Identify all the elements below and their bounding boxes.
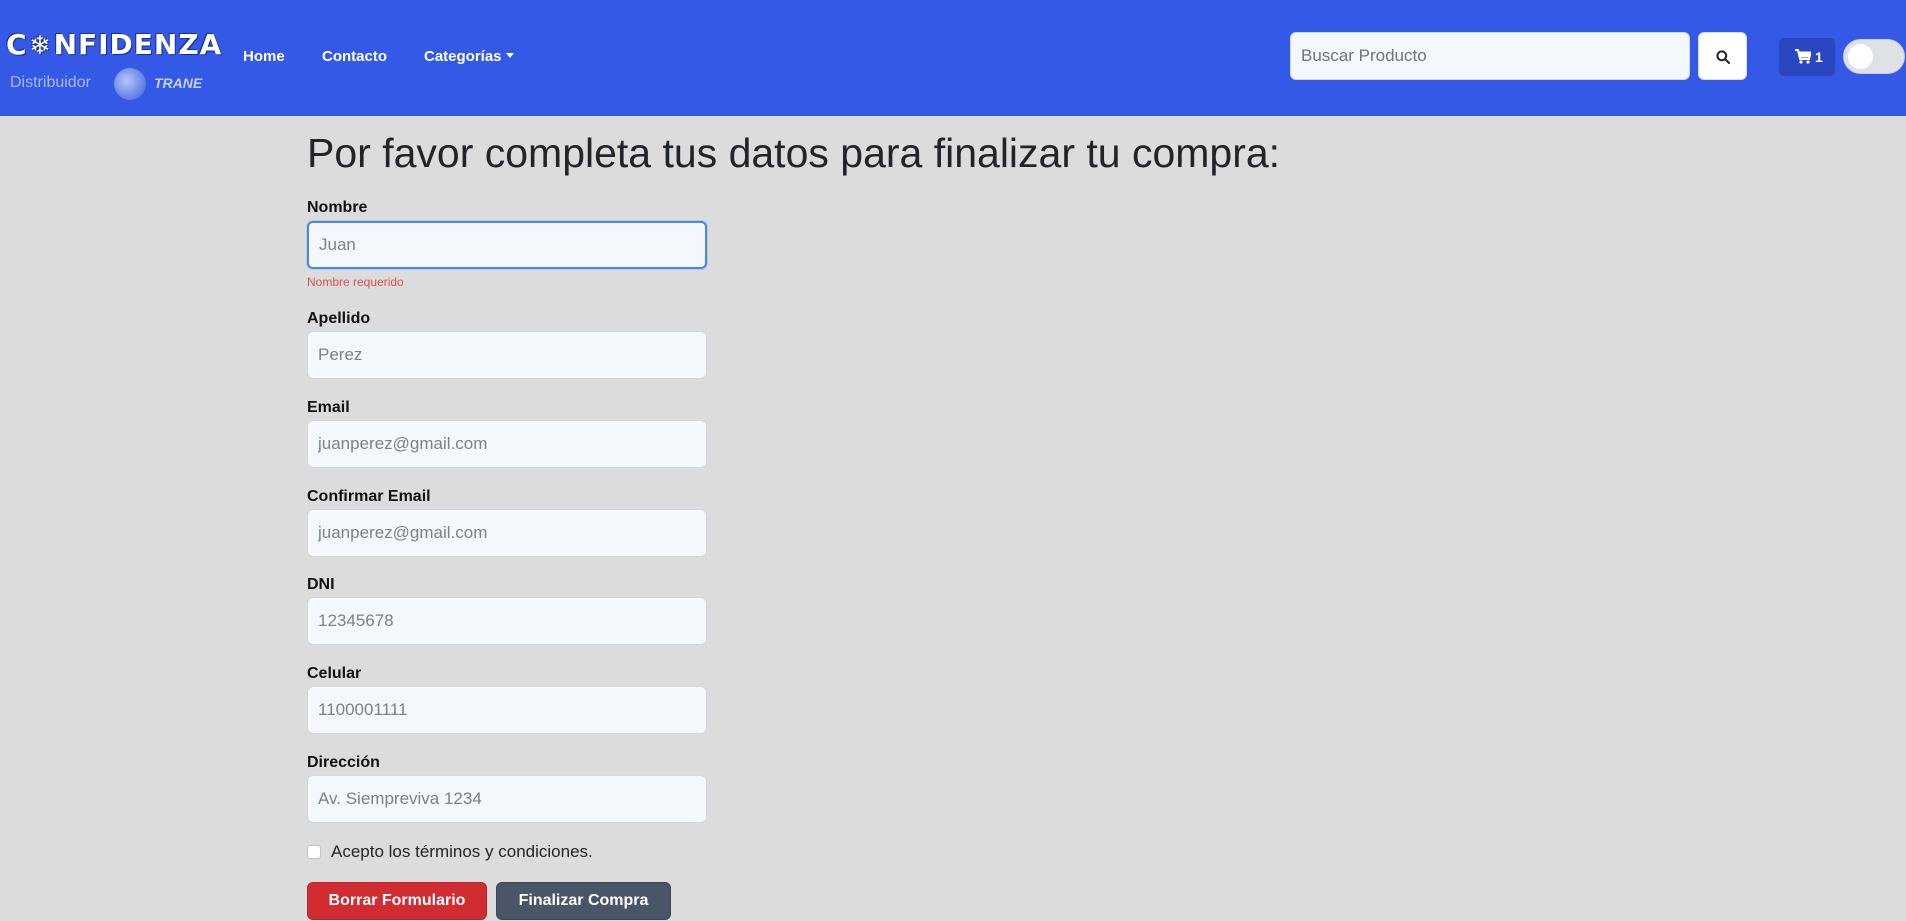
terms-label[interactable]: Acepto los términos y condiciones. — [331, 842, 593, 862]
cart-button[interactable]: 1 — [1779, 38, 1835, 76]
brand-distributor-text: Distribuidor — [10, 74, 91, 91]
celular-label: Celular — [307, 665, 362, 682]
cart-count: 1 — [1815, 49, 1823, 65]
nav-home-link[interactable]: Home — [243, 48, 285, 65]
search-input[interactable] — [1290, 32, 1690, 80]
brand-name: C❄NFIDENZA — [6, 28, 223, 61]
dni-field[interactable] — [307, 597, 707, 645]
search-button[interactable] — [1698, 32, 1747, 80]
confirm-email-field[interactable] — [307, 509, 707, 557]
nav-categorias-label: Categorías — [424, 48, 502, 65]
direccion-field[interactable] — [307, 775, 707, 823]
brand-subtitle: Distribuidor TRANE — [10, 68, 210, 100]
clear-form-button[interactable]: Borrar Formulario — [307, 882, 487, 920]
trane-logo-icon — [114, 68, 146, 100]
terms-checkbox[interactable] — [307, 845, 321, 859]
apellido-label: Apellido — [307, 310, 371, 327]
celular-field[interactable] — [307, 686, 707, 734]
theme-toggle[interactable] — [1843, 39, 1905, 74]
chevron-down-icon — [505, 53, 514, 58]
nombre-error: Nombre requerido — [307, 275, 404, 289]
email-label: Email — [307, 399, 350, 416]
search-icon — [1716, 50, 1730, 64]
brand-partner-text: TRANE — [154, 75, 203, 91]
snowflake-icon: ❄ — [29, 31, 52, 61]
direccion-label: Dirección — [307, 754, 380, 771]
nombre-field[interactable] — [307, 221, 707, 269]
confirm-email-label: Confirmar Email — [307, 488, 431, 505]
apellido-field[interactable] — [307, 331, 707, 379]
navbar: C❄NFIDENZA Distribuidor TRANE Home Conta… — [0, 0, 1906, 116]
email-field[interactable] — [307, 420, 707, 468]
toggle-knob — [1848, 44, 1873, 69]
dni-label: DNI — [307, 576, 335, 593]
nombre-label: Nombre — [307, 199, 368, 216]
finalize-purchase-button[interactable]: Finalizar Compra — [496, 882, 671, 920]
page-title: Por favor completa tus datos para finali… — [307, 130, 1281, 176]
nav-contacto-link[interactable]: Contacto — [322, 48, 387, 65]
brand-logo[interactable]: C❄NFIDENZA Distribuidor TRANE — [6, 24, 221, 100]
cart-icon — [1795, 49, 1811, 64]
nav-categorias-dropdown[interactable]: Categorías — [424, 48, 514, 65]
